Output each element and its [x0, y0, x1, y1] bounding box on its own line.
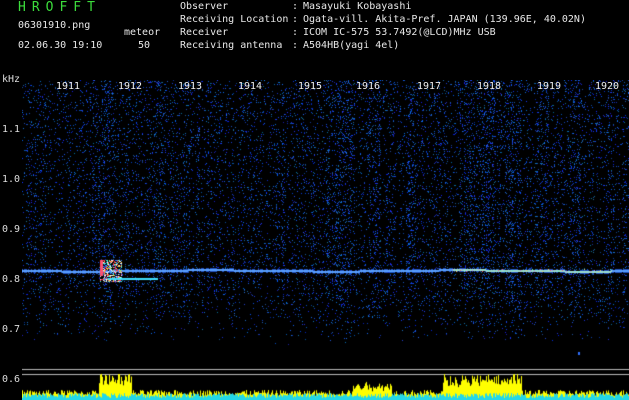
observer-sep: :: [292, 1, 299, 12]
y-unit-label: kHz: [2, 74, 21, 85]
y-tick-1-0: 1.0: [2, 174, 21, 185]
location-value: Ogata-vill. Akita-Pref. JAPAN (139.96E, …: [303, 14, 586, 25]
antenna-sep: :: [292, 40, 299, 51]
meteor-count: 50: [138, 40, 151, 51]
x-tick-1913: 1913: [178, 81, 203, 92]
receiver-value: ICOM IC-575 53.7492(@LCD)MHz USB: [303, 27, 496, 38]
x-tick-1912: 1912: [118, 81, 143, 92]
observer-value: Masayuki Kobayashi: [303, 1, 412, 12]
x-tick-1920: 1920: [595, 81, 620, 92]
y-tick-0-8: 0.8: [2, 274, 21, 285]
x-tick-1916: 1916: [356, 81, 381, 92]
spectrogram-canvas: [22, 80, 629, 400]
y-tick-0-9: 0.9: [2, 224, 21, 235]
y-tick-1-1: 1.1: [2, 124, 21, 135]
receiver-sep: :: [292, 27, 299, 38]
hrofft-window: HROFFT 06301910.png 02.06.30 19:10 meteo…: [0, 0, 629, 400]
x-tick-1914: 1914: [238, 81, 263, 92]
location-label: Receiving Location: [180, 14, 289, 25]
x-tick-1918: 1918: [477, 81, 502, 92]
location-sep: :: [292, 14, 299, 25]
x-tick-1911: 1911: [56, 81, 81, 92]
antenna-label: Receiving antenna: [180, 40, 283, 51]
receiver-label: Receiver: [180, 27, 229, 38]
observer-label: Observer: [180, 1, 229, 12]
x-tick-1917: 1917: [417, 81, 442, 92]
antenna-value: A504HB(yagi 4el): [303, 40, 400, 51]
y-tick-0-6: 0.6: [2, 374, 21, 385]
filename-label: 06301910.png: [18, 20, 91, 31]
y-tick-0-7: 0.7: [2, 324, 21, 335]
datetime-label: 02.06.30 19:10: [18, 40, 103, 51]
app-title: HROFFT: [18, 0, 101, 15]
x-tick-1919: 1919: [537, 81, 562, 92]
x-tick-1915: 1915: [298, 81, 323, 92]
meteor-label: meteor: [124, 27, 161, 38]
